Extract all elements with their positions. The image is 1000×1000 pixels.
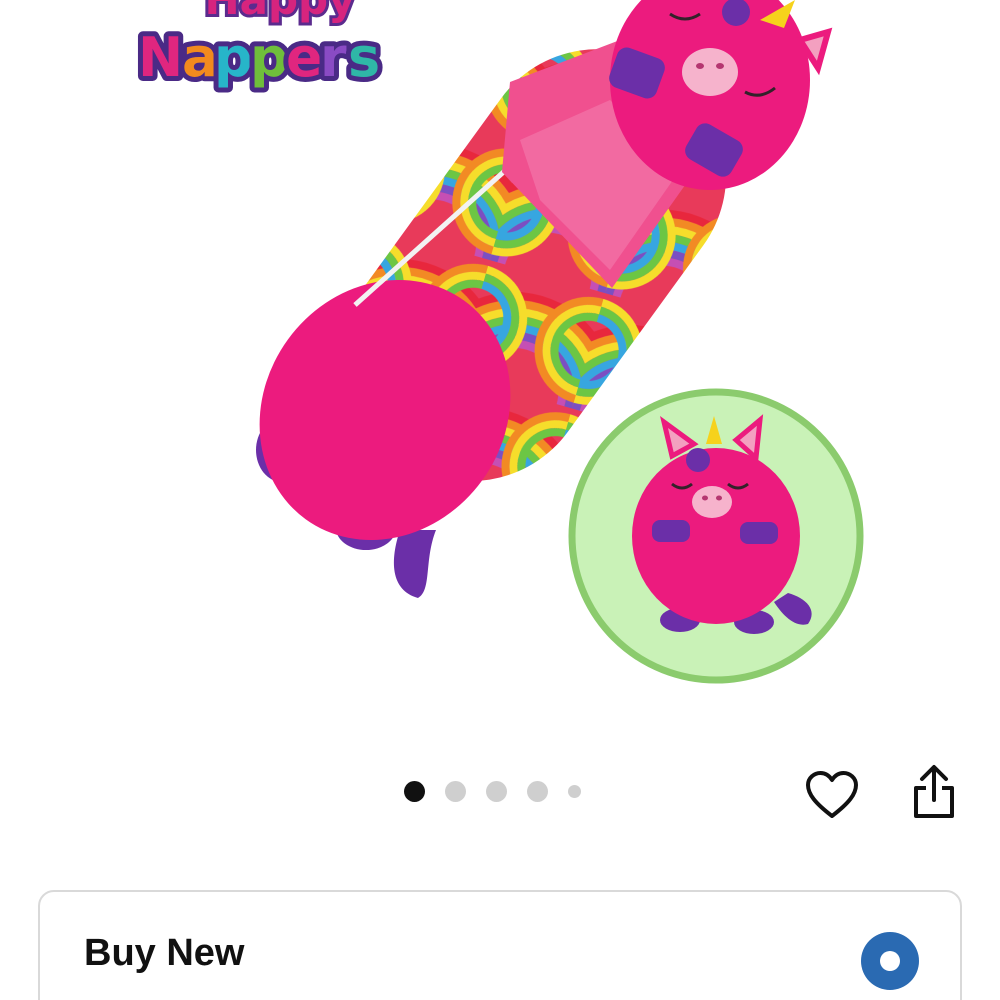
svg-text:a: a — [182, 26, 218, 89]
carousel-dot-4[interactable] — [527, 780, 548, 802]
carousel-dot-1[interactable] — [404, 780, 425, 802]
radio-selected-indicator — [880, 951, 900, 971]
carousel-dot-3[interactable] — [486, 780, 507, 802]
svg-text:N: N — [138, 26, 183, 89]
image-carousel-indicator[interactable] — [404, 776, 581, 806]
wishlist-button[interactable] — [800, 766, 864, 826]
product-image-carousel[interactable]: Happy N a p p e r s — [0, 0, 1000, 740]
buy-new-option-card[interactable]: Buy New — [38, 890, 962, 1000]
heart-icon — [805, 770, 859, 823]
product-page: Happy N a p p e r s — [0, 0, 1000, 1000]
buy-option-title: Buy New — [84, 932, 245, 974]
carousel-dot-2[interactable] — [445, 780, 466, 802]
share-icon — [912, 764, 956, 823]
buy-new-radio-button[interactable] — [861, 932, 919, 990]
folded-pillow-inset-image — [568, 388, 864, 684]
share-button[interactable] — [904, 760, 964, 826]
carousel-dot-5[interactable] — [568, 784, 581, 798]
